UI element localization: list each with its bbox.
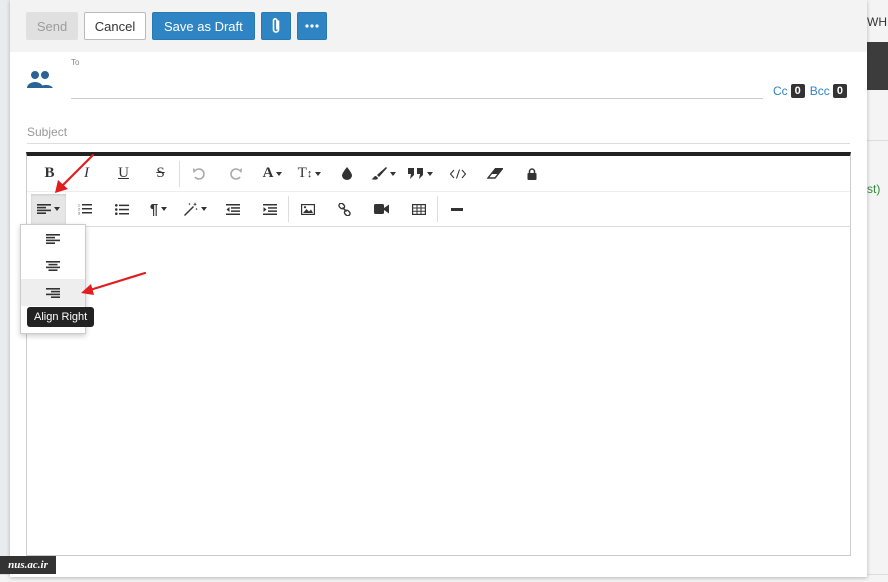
paragraph-button[interactable]: ¶ — [140, 194, 177, 224]
cc-bcc-group: Cc 0 Bcc 0 — [773, 84, 847, 98]
align-left-icon — [37, 204, 51, 214]
italic-icon: I — [84, 165, 89, 181]
contacts-icon[interactable] — [27, 70, 53, 90]
clear-format-button[interactable] — [476, 159, 513, 189]
chevron-down-icon — [427, 171, 433, 176]
horizontal-rule-icon — [450, 207, 463, 211]
background-side-text: st) — [867, 182, 881, 196]
recipients-row: To Cc 0 Bcc 0 — [10, 52, 867, 112]
color-button[interactable] — [328, 159, 365, 189]
align-left-icon — [46, 233, 60, 244]
save-draft-button[interactable]: Save as Draft — [152, 12, 255, 40]
redo-icon — [229, 167, 242, 180]
rich-text-editor[interactable]: B I U S A T ↕ 1 2 3 ¶ — [26, 152, 851, 556]
underline-button[interactable]: U — [105, 159, 142, 189]
updown-arrow-icon: ↕ — [306, 167, 313, 180]
horizontal-rule-button[interactable] — [438, 194, 475, 224]
svg-text:3: 3 — [78, 212, 80, 216]
more-button[interactable] — [296, 12, 327, 40]
video-camera-icon — [374, 204, 389, 214]
align-right-tooltip: Align Right — [27, 307, 95, 327]
code-icon — [449, 168, 466, 179]
bold-button[interactable]: B — [31, 159, 68, 189]
subject-underline — [27, 143, 850, 144]
outdent-icon — [225, 203, 240, 215]
background-dark-bar — [867, 42, 888, 90]
chevron-down-icon — [315, 171, 322, 176]
editor-toolbar-row-1: B I U S A T ↕ — [27, 156, 850, 192]
ordered-list-button[interactable]: 123 — [66, 194, 103, 224]
insert-link-button[interactable] — [326, 194, 363, 224]
align-dropdown-button[interactable] — [31, 194, 66, 224]
code-view-button[interactable] — [439, 159, 476, 189]
redo-button[interactable] — [217, 159, 254, 189]
subject-input[interactable]: Subject — [27, 125, 67, 139]
strikethrough-button[interactable]: S — [142, 159, 179, 189]
cancel-button[interactable]: Cancel — [84, 12, 146, 40]
underline-icon: U — [118, 165, 129, 181]
cc-count-badge: 0 — [790, 84, 805, 98]
droplet-icon — [341, 167, 352, 180]
unordered-list-button[interactable] — [103, 194, 140, 224]
insert-image-button[interactable] — [289, 194, 326, 224]
outdent-button[interactable] — [214, 194, 251, 224]
chevron-down-icon — [161, 207, 168, 211]
background-divider — [867, 140, 888, 141]
compose-modal: Send Cancel Save as Draft To Cc 0 Bcc 0 … — [10, 0, 867, 577]
bold-icon: B — [44, 165, 55, 181]
chevron-down-icon — [54, 207, 60, 211]
indent-icon — [262, 203, 277, 215]
strikethrough-icon: S — [156, 165, 165, 181]
image-icon — [300, 203, 315, 215]
to-field[interactable] — [71, 98, 763, 99]
ellipsis-icon — [305, 24, 319, 28]
cc-link[interactable]: Cc — [773, 84, 788, 98]
attach-button[interactable] — [260, 12, 291, 40]
compose-toolbar: Send Cancel Save as Draft — [10, 0, 867, 52]
undo-icon — [192, 167, 205, 180]
magic-wand-icon — [184, 202, 198, 216]
align-center-option[interactable] — [21, 252, 85, 279]
ordered-list-icon: 123 — [78, 204, 92, 216]
paperclip-icon — [272, 18, 280, 33]
lock-icon — [527, 167, 536, 180]
send-button[interactable]: Send — [26, 12, 78, 40]
undo-button[interactable] — [180, 159, 217, 189]
magic-button[interactable] — [177, 194, 214, 224]
insert-table-button[interactable] — [400, 194, 437, 224]
background-corner-text: WHM — [867, 15, 888, 29]
highlight-button[interactable] — [365, 159, 402, 189]
brush-icon — [371, 167, 387, 180]
paragraph-icon: ¶ — [149, 200, 159, 218]
insert-video-button[interactable] — [363, 194, 400, 224]
align-center-icon — [46, 260, 60, 271]
chevron-down-icon — [390, 171, 396, 176]
bcc-link[interactable]: Bcc — [810, 84, 830, 98]
align-left-option[interactable] — [21, 225, 85, 252]
table-icon — [411, 203, 426, 215]
lock-button[interactable] — [513, 159, 550, 189]
blockquote-button[interactable] — [402, 159, 439, 189]
chevron-down-icon — [201, 207, 207, 211]
align-right-option[interactable] — [21, 279, 85, 306]
link-icon — [338, 202, 351, 216]
line-height-button[interactable]: T ↕ — [291, 159, 328, 189]
unordered-list-icon — [114, 203, 129, 215]
italic-button[interactable]: I — [68, 159, 105, 189]
chevron-down-icon — [276, 171, 283, 176]
eraser-icon — [486, 168, 503, 179]
quote-icon — [408, 168, 423, 179]
text-height-icon: T — [297, 165, 307, 181]
bcc-count-badge: 0 — [832, 84, 847, 98]
editor-toolbar-row-2: 123 ¶ — [27, 192, 850, 227]
indent-button[interactable] — [251, 194, 288, 224]
to-label: To — [71, 58, 80, 67]
align-right-icon — [46, 287, 60, 298]
font-icon: A — [262, 165, 274, 181]
font-size-button[interactable]: A — [254, 159, 291, 189]
watermark-logo: nus.ac.ir — [0, 556, 56, 574]
